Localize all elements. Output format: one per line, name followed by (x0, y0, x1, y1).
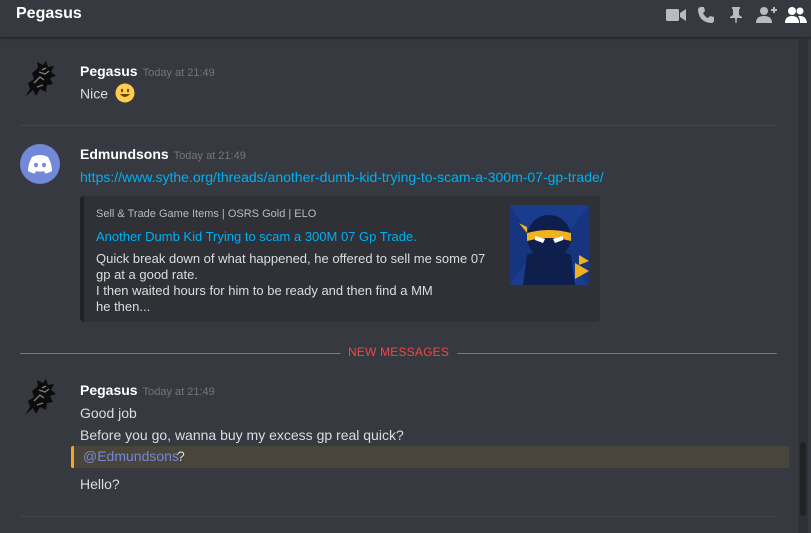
embed-description-line: gp at a good rate. (96, 267, 198, 282)
message-link[interactable]: https://www.sythe.org/threads/another-du… (80, 169, 604, 185)
avatar[interactable] (20, 144, 60, 184)
embed-thumbnail[interactable] (509, 205, 589, 285)
mention-message-highlight: @Edmundsons ? (71, 446, 789, 468)
new-messages-divider: NEW MESSAGES (20, 345, 777, 359)
embed-description-line: I then waited hours for him to be ready … (96, 283, 433, 298)
avatar[interactable] (20, 59, 60, 99)
member-list-icon[interactable] (781, 4, 811, 26)
embed-provider: Sell & Trade Game Items | OSRS Gold | EL… (96, 208, 317, 220)
avatar[interactable] (20, 377, 60, 417)
author-name: Pegasus (80, 382, 138, 398)
message-author[interactable]: Pegasus Today at 21:49 (80, 382, 215, 398)
channel-title: Pegasus (16, 5, 82, 22)
message-content: ? (177, 448, 185, 464)
channel-header: Pegasus (0, 0, 811, 38)
ninja-mascot-icon (509, 205, 589, 285)
embed-description: Quick break down of what happened, he of… (96, 251, 496, 315)
message-content: Hello? (80, 476, 120, 492)
scrollbar-thumb[interactable] (800, 442, 806, 516)
add-friend-to-dm-icon[interactable] (751, 4, 781, 26)
video-call-icon[interactable] (661, 4, 691, 26)
message-timestamp: Today at 21:49 (142, 386, 215, 398)
link-embed: Sell & Trade Game Items | OSRS Gold | EL… (80, 196, 600, 322)
message-author[interactable]: Edmundsons Today at 21:49 (80, 146, 246, 162)
discord-logo-icon (28, 155, 52, 174)
message-divider (20, 125, 777, 126)
message-list: Pegasus Today at 21:49 Nice Edmundsons Tod… (0, 39, 798, 533)
pegasus-logo-icon (25, 379, 56, 415)
pinned-messages-icon[interactable] (721, 4, 751, 26)
message-text: Nice (80, 83, 135, 105)
embed-description-line: he then... (96, 299, 151, 314)
message-author[interactable]: Pegasus Today at 21:49 (80, 63, 215, 79)
user-mention[interactable]: @Edmundsons (83, 448, 179, 464)
smiley-emoji-icon[interactable] (115, 83, 135, 103)
author-name: Pegasus (80, 63, 138, 79)
header-toolbar (661, 4, 811, 26)
embed-title-link[interactable]: Another Dumb Kid Trying to scam a 300M 0… (96, 229, 417, 244)
embed-description-line: Quick break down of what happened, he of… (96, 251, 486, 266)
message-timestamp: Today at 21:49 (142, 67, 215, 79)
message-content: Good job (80, 405, 137, 421)
pegasus-logo-icon (25, 61, 56, 97)
message-timestamp: Today at 21:49 (173, 150, 246, 162)
author-name: Edmundsons (80, 146, 169, 162)
message-content: Before you go, wanna buy my excess gp re… (80, 427, 404, 443)
message-content: Nice (80, 85, 109, 102)
new-messages-label: NEW MESSAGES (339, 345, 458, 359)
voice-call-icon[interactable] (691, 4, 721, 26)
message-divider (20, 516, 777, 517)
